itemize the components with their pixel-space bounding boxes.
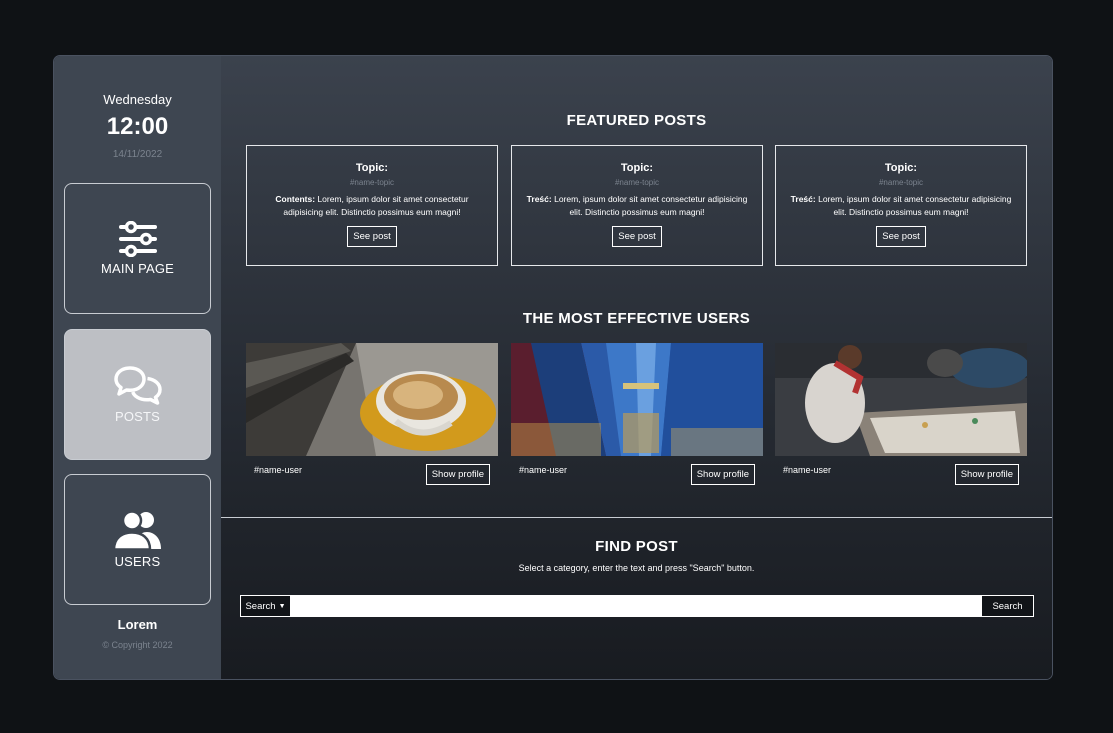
post-content: Treść: Lorem, ipsum dolor sit amet conse… [786, 193, 1016, 219]
search-input[interactable] [291, 595, 981, 617]
user-name: #name-user [519, 465, 568, 475]
section-divider [221, 517, 1052, 518]
show-profile-button[interactable]: Show profile [690, 464, 755, 485]
post-card: Topic: #name-topic Treść: Lorem, ipsum d… [511, 145, 763, 266]
day-label: Wednesday [103, 92, 172, 107]
sliders-icon [117, 221, 159, 257]
nav-posts[interactable]: POSTS [64, 329, 211, 460]
date-label: 14/11/2022 [112, 149, 163, 160]
nav-posts-label: POSTS [114, 409, 161, 424]
user-card: #name-user Show profile [246, 343, 498, 486]
post-topic: Topic: [884, 162, 918, 174]
coffee-cup-photo [246, 343, 498, 456]
skyscrapers-photo [511, 343, 763, 456]
post-content: Contents: Lorem, ipsum dolor sit amet co… [257, 193, 487, 219]
copyright: © Copyright 2022 [102, 640, 173, 650]
featured-posts-title: FEATURED POSTS [566, 112, 707, 129]
find-post-title: FIND POST [595, 538, 678, 555]
see-post-button[interactable]: See post [612, 226, 662, 247]
post-content-text: Lorem, ipsum dolor sit amet consectetur … [818, 194, 1012, 217]
nav-main-page-label: MAIN PAGE [100, 261, 175, 276]
user-card: #name-user Show profile [775, 343, 1027, 486]
show-profile-button[interactable]: Show profile [425, 464, 490, 485]
brand-name: Lorem [117, 617, 158, 632]
see-post-button[interactable]: See post [876, 226, 926, 247]
user-row: #name-user Show profile [511, 456, 763, 486]
post-tag: #name-topic [349, 178, 395, 187]
effective-users-title: THE MOST EFFECTIVE USERS [522, 310, 751, 327]
post-tag: #name-topic [614, 178, 660, 187]
see-post-button[interactable]: See post [347, 226, 397, 247]
nav-users[interactable]: USERS [64, 474, 211, 605]
find-post-subtitle: Select a category, enter the text and pr… [518, 563, 755, 573]
post-content-label: Treść: [526, 194, 552, 204]
category-dropdown[interactable]: Search ▼ [240, 595, 291, 617]
sidebar: Wednesday 12:00 14/11/2022 MAIN PAGE POS… [54, 56, 221, 679]
main-content: FEATURED POSTS Topic: #name-topic Conten… [221, 56, 1052, 679]
user-row: #name-user Show profile [246, 456, 498, 486]
search-button[interactable]: Search [981, 595, 1034, 617]
category-dropdown-label: Search [245, 600, 276, 612]
app-window: Wednesday 12:00 14/11/2022 MAIN PAGE POS… [53, 55, 1053, 680]
post-content-label: Treść: [790, 194, 816, 204]
post-content-text: Lorem, ipsum dolor sit amet consectetur … [554, 194, 748, 217]
user-name: #name-user [254, 465, 303, 475]
chat-bubbles-icon [113, 365, 163, 405]
nav-users-label: USERS [114, 554, 161, 569]
caret-down-icon: ▼ [278, 602, 286, 610]
team-meeting-photo [775, 343, 1027, 456]
post-topic: Topic: [355, 162, 389, 174]
show-profile-button[interactable]: Show profile [954, 464, 1019, 485]
post-card: Topic: #name-topic Contents: Lorem, ipsu… [246, 145, 498, 266]
nav-main-page[interactable]: MAIN PAGE [64, 183, 211, 314]
clock-time: 12:00 [106, 113, 169, 140]
post-card: Topic: #name-topic Treść: Lorem, ipsum d… [775, 145, 1027, 266]
post-content-label: Contents: [275, 194, 316, 204]
post-topic: Topic: [620, 162, 654, 174]
user-row: #name-user Show profile [775, 456, 1027, 486]
post-tag: #name-topic [878, 178, 924, 187]
users-icon [112, 510, 163, 550]
post-content: Treść: Lorem, ipsum dolor sit amet conse… [522, 193, 752, 219]
user-card: #name-user Show profile [511, 343, 763, 486]
user-name: #name-user [783, 465, 832, 475]
search-bar: Search ▼ Search [240, 595, 1034, 617]
